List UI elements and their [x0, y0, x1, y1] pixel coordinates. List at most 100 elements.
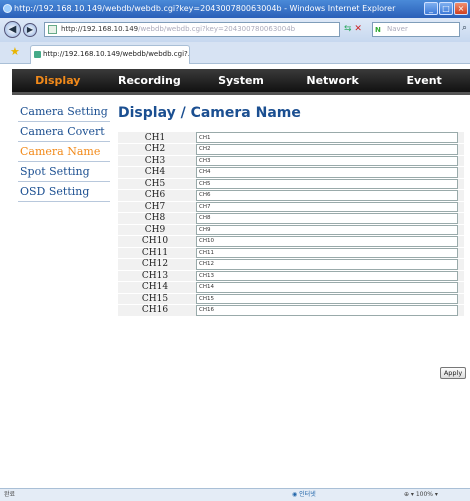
sidebar-item-osd-setting[interactable]: OSD Setting	[18, 182, 110, 202]
search-icon[interactable]: ⌕	[462, 23, 467, 33]
table-row: CH7	[118, 201, 464, 213]
channel-name-input[interactable]	[196, 247, 458, 258]
channel-input-cell	[192, 132, 464, 144]
channel-input-cell	[192, 155, 464, 167]
channel-input-cell	[192, 201, 464, 213]
menu-event[interactable]: Event	[378, 69, 470, 92]
menu-network[interactable]: Network	[287, 69, 379, 92]
table-row: CH12	[118, 258, 464, 271]
channel-name-input[interactable]	[196, 305, 458, 316]
channel-label: CH11	[118, 247, 192, 259]
channel-name-input[interactable]	[196, 270, 458, 281]
address-path: /webdb/webdb.cgi?key=204300780063004b	[138, 25, 296, 33]
status-zone-label: 인터넷	[299, 491, 316, 498]
maximize-icon[interactable]: □	[439, 2, 453, 15]
sidebar-item-camera-covert[interactable]: Camera Covert	[18, 122, 110, 142]
table-row: CH11	[118, 247, 464, 259]
address-bar[interactable]: http://192.168.10.149/webdb/webdb.cgi?ke…	[44, 22, 340, 37]
channel-name-input[interactable]	[196, 201, 458, 212]
channel-input-cell	[192, 224, 464, 236]
tab-page-icon	[34, 51, 41, 58]
channel-label: CH13	[118, 270, 192, 282]
sidebar-item-camera-name[interactable]: Camera Name	[18, 142, 110, 162]
camera-name-table: CH1CH2CH3CH4CH5CH6CH7CH8CH9CH10CH11CH12C…	[118, 132, 464, 317]
ie-logo-icon	[3, 4, 12, 13]
status-done: 완료	[4, 491, 16, 498]
channel-input-cell	[192, 247, 464, 259]
page-icon	[48, 25, 57, 34]
channel-input-cell	[192, 258, 464, 271]
naver-icon: N	[375, 26, 381, 34]
status-zoom-label: 100%	[415, 491, 434, 498]
address-row: ◀ ▶ http://192.168.10.149/webdb/webdb.cg…	[0, 18, 470, 42]
channel-label: CH10	[118, 235, 192, 248]
channel-label: CH7	[118, 201, 192, 213]
sidebar-item-camera-setting[interactable]: Camera Setting	[18, 102, 110, 122]
channel-name-input[interactable]	[196, 236, 458, 247]
channel-name-input[interactable]	[196, 144, 458, 155]
channel-input-cell	[192, 281, 464, 294]
channel-name-input[interactable]	[196, 293, 458, 304]
address-host: http://192.168.10.149	[61, 25, 139, 33]
close-icon[interactable]: ×	[454, 2, 468, 15]
favorites-star-icon[interactable]: ★	[10, 46, 20, 58]
channel-name-input[interactable]	[196, 282, 458, 293]
status-zone: ◉ 인터넷	[292, 491, 316, 498]
back-icon[interactable]: ◀	[4, 21, 21, 38]
menu-recording[interactable]: Recording	[104, 69, 196, 92]
menu-display[interactable]: Display	[12, 69, 104, 92]
table-row: CH4	[118, 166, 464, 179]
table-row: CH5	[118, 178, 464, 190]
channel-input-cell	[192, 270, 464, 282]
channel-label: CH6	[118, 189, 192, 202]
channel-label: CH1	[118, 132, 192, 144]
search-input[interactable]: N Naver	[372, 22, 460, 37]
channel-label: CH8	[118, 212, 192, 225]
channel-name-input[interactable]	[196, 155, 458, 166]
refresh-icon[interactable]: ⇆ ✕	[344, 22, 362, 37]
table-row: CH6	[118, 189, 464, 202]
channel-input-cell	[192, 293, 464, 305]
apply-button[interactable]: Apply	[440, 367, 466, 379]
table-row: CH1	[118, 132, 464, 144]
menu-system[interactable]: System	[195, 69, 287, 92]
table-row: CH14	[118, 281, 464, 294]
channel-input-cell	[192, 304, 464, 317]
channel-name-input[interactable]	[196, 213, 458, 224]
table-row: CH13	[118, 270, 464, 282]
sidebar-item-spot-setting[interactable]: Spot Setting	[18, 162, 110, 182]
table-row: CH10	[118, 235, 464, 248]
channel-label: CH12	[118, 258, 192, 271]
table-row: CH9	[118, 224, 464, 236]
page-title: Display / Camera Name	[118, 105, 301, 121]
channel-label: CH3	[118, 155, 192, 167]
channel-label: CH4	[118, 166, 192, 179]
sidebar: Camera Setting Camera Covert Camera Name…	[18, 102, 110, 202]
channel-name-input[interactable]	[196, 178, 458, 189]
channel-label: CH9	[118, 224, 192, 236]
channel-name-input[interactable]	[196, 190, 458, 201]
table-row: CH3	[118, 155, 464, 167]
forward-icon[interactable]: ▶	[23, 23, 37, 37]
stop-icon[interactable]: ✕	[354, 24, 362, 34]
window-controls: _ □ ×	[424, 2, 468, 15]
status-zoom[interactable]: ⊕ ▾ 100% ▾	[404, 489, 438, 501]
tab-title: http://192.168.10.149/webdb/webdb.cgi?..…	[43, 50, 190, 58]
browser-tab[interactable]: http://192.168.10.149/webdb/webdb.cgi?..…	[30, 45, 190, 64]
channel-name-input[interactable]	[196, 224, 458, 235]
table-row: CH15	[118, 293, 464, 305]
main-content: Display / Camera Name CH1CH2CH3CH4CH5CH6…	[112, 102, 468, 488]
table-row: CH8	[118, 212, 464, 225]
window-title: http://192.168.10.149/webdb/webdb.cgi?ke…	[14, 4, 396, 13]
status-bar: 완료 ◉ 인터넷 ⊕ ▾ 100% ▾	[0, 488, 470, 501]
channel-label: CH16	[118, 304, 192, 317]
channel-name-input[interactable]	[196, 132, 458, 143]
window-titlebar: http://192.168.10.149/webdb/webdb.cgi?ke…	[0, 0, 470, 18]
minimize-icon[interactable]: _	[424, 2, 438, 15]
channel-name-input[interactable]	[196, 167, 458, 178]
table-row: CH2	[118, 143, 464, 156]
channel-input-cell	[192, 166, 464, 179]
main-menubar: Display Recording System Network Event	[12, 69, 470, 95]
channel-label: CH15	[118, 293, 192, 305]
channel-name-input[interactable]	[196, 259, 458, 270]
